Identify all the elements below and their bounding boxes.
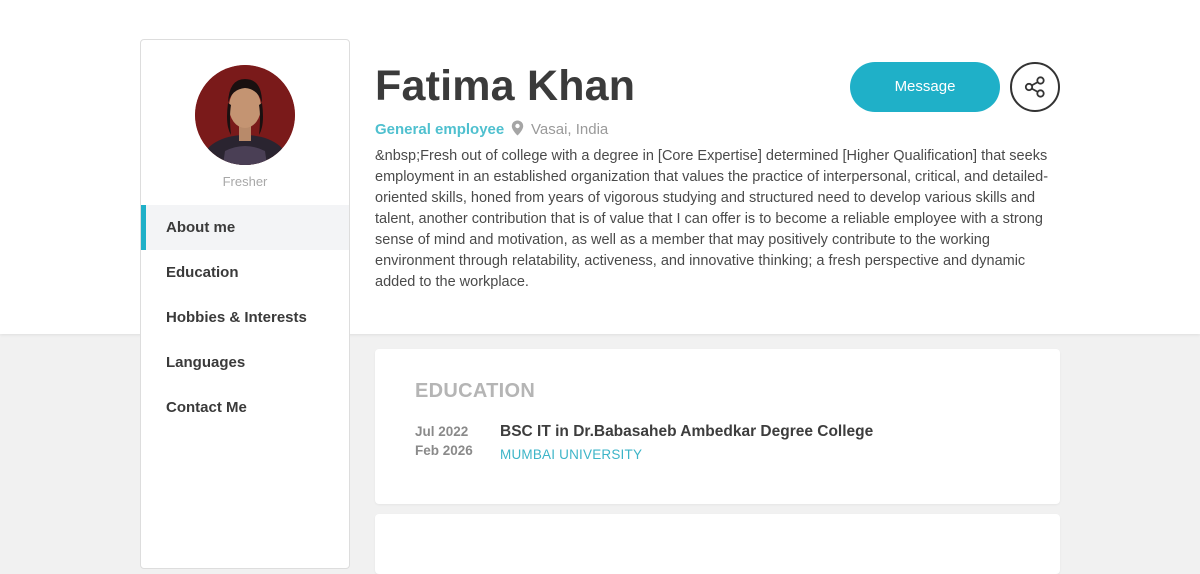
sidebar-item-education[interactable]: Education <box>141 250 349 295</box>
sidebar-nav: About me Education Hobbies & Interests L… <box>141 205 349 430</box>
share-button[interactable] <box>1010 62 1060 112</box>
map-pin-icon <box>511 120 524 136</box>
about-text: &nbsp;Fresh out of college with a degree… <box>375 148 1049 290</box>
education-card: EDUCATION Jul 2022 Feb 2026 BSC IT in Dr… <box>375 349 1060 504</box>
sidebar-item-about-me[interactable]: About me <box>141 205 349 250</box>
education-end-date: Feb 2026 <box>415 443 473 458</box>
education-degree: BSC IT in Dr.Babasaheb Ambedkar Degree C… <box>500 423 874 440</box>
sidebar-item-hobbies-interests[interactable]: Hobbies & Interests <box>141 295 349 340</box>
education-title: EDUCATION <box>415 380 536 402</box>
education-university: MUMBAI UNIVERSITY <box>500 447 643 462</box>
sidebar-item-languages[interactable]: Languages <box>141 340 349 385</box>
next-section-card <box>375 514 1060 574</box>
sidebar-item-contact-me[interactable]: Contact Me <box>141 385 349 430</box>
avatar <box>195 65 295 165</box>
share-icon <box>1024 76 1045 98</box>
profile-status: Fresher <box>222 174 268 189</box>
education-start-date: Jul 2022 <box>415 424 469 439</box>
message-button[interactable]: Message <box>850 62 1000 112</box>
location-text: Vasai, India <box>531 121 609 138</box>
profile-location: Vasai, India <box>511 120 608 138</box>
profile-name: Fatima Khan <box>375 62 636 110</box>
profile-role: General employee <box>375 121 505 138</box>
profile-sidebar: Fresher About me Education Hobbies & Int… <box>140 39 350 569</box>
